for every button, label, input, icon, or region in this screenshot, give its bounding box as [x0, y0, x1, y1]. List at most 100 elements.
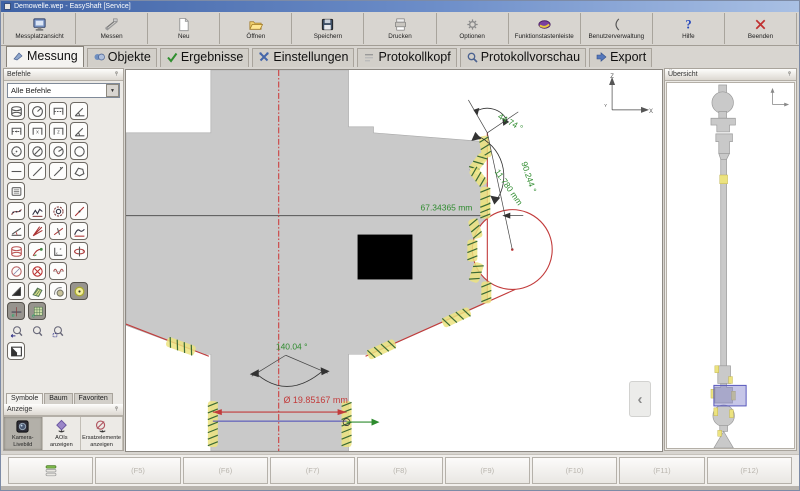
speichern-button[interactable]: Speichern	[292, 13, 364, 44]
function-key-layers-button[interactable]	[8, 457, 93, 484]
collapse-overview-button[interactable]: ‹	[629, 381, 651, 417]
function-key-f9-button[interactable]: (F9)	[445, 457, 530, 484]
beenden-button[interactable]: Beenden	[725, 13, 797, 44]
zoom-in-icon[interactable]	[28, 322, 46, 340]
tab-label: Einstellungen	[273, 50, 348, 64]
zoom-rect-icon[interactable]	[49, 322, 67, 340]
open-folder-icon	[248, 17, 263, 32]
view-tab-baum[interactable]: Baum	[44, 393, 72, 404]
view-tab-symbole[interactable]: Symbole	[6, 393, 43, 404]
function-key-f11-button[interactable]: (F11)	[619, 457, 704, 484]
tab-objekte[interactable]: Objekte	[87, 48, 157, 67]
tool-angle-2-icon[interactable]	[70, 122, 88, 140]
tool-waviness-icon[interactable]	[49, 262, 67, 280]
tool-axes-icon[interactable]: zx	[49, 242, 67, 260]
drucken-button[interactable]: Drucken	[364, 13, 436, 44]
tool-circle-radius-icon[interactable]	[28, 102, 46, 120]
overview-viewport[interactable]	[666, 82, 795, 449]
messen-button[interactable]: Messen	[76, 13, 148, 44]
tool-cylinder-red-icon[interactable]	[7, 242, 25, 260]
tool-circle-highlight-icon[interactable]	[70, 282, 88, 300]
overview-panel-title: Übersicht	[668, 71, 698, 78]
tab-messung[interactable]: Messung	[6, 46, 84, 67]
tool-distance-z-icon[interactable]: z	[49, 122, 67, 140]
tool-cylinder-icon[interactable]	[7, 102, 25, 120]
function-key-f6-button[interactable]: (F6)	[183, 457, 268, 484]
tool-circle-crossed-icon[interactable]	[28, 262, 46, 280]
tool-circle-center-icon[interactable]: c	[7, 142, 25, 160]
function-key-f7-button[interactable]: (F7)	[270, 457, 355, 484]
measurement-canvas[interactable]: 67.34365 mm 44.74 ° 90.244 ° 11.780 mm 1…	[125, 69, 663, 452]
tool-circle-red-icon[interactable]	[7, 262, 25, 280]
optionen-button[interactable]: Optionen	[437, 13, 509, 44]
tool-curve-peak-icon[interactable]	[70, 222, 88, 240]
tool-curve-zigzag-icon[interactable]	[28, 202, 46, 220]
function-key-f12-button[interactable]: (F12)	[707, 457, 792, 484]
camera-live-button[interactable]: Kamera-Livebild	[4, 417, 43, 450]
camera-live-icon	[15, 419, 30, 434]
substitute-elements-button[interactable]: Ersatzelemente anzeigen	[81, 417, 123, 450]
tab-protokollvorschau[interactable]: Protokollvorschau	[460, 48, 586, 67]
tool-circle-r-icon[interactable]	[49, 142, 67, 160]
tool-circle-radius-icon	[31, 105, 44, 118]
function-key-f5-button[interactable]: (F5)	[95, 457, 180, 484]
tool-rotation-icon[interactable]	[70, 242, 88, 260]
svg-text:e: e	[11, 312, 14, 317]
messplatzansicht-button[interactable]: Messplatzansicht	[3, 13, 76, 44]
tool-distance-s-icon[interactable]: x	[28, 122, 46, 140]
tool-line-horizontal-icon[interactable]	[7, 162, 25, 180]
neu-button[interactable]: Neu	[148, 13, 220, 44]
tool-plane-black-icon[interactable]	[7, 282, 25, 300]
substitute-elements-icon	[94, 419, 109, 434]
tool-contour-icon[interactable]	[70, 162, 88, 180]
tab-messung-icon	[12, 50, 24, 62]
tool-angle-lines-icon[interactable]	[7, 222, 25, 240]
tab-einstellungen[interactable]: Einstellungen	[252, 48, 354, 67]
view-tab-favoriten[interactable]: Favoriten	[74, 393, 113, 404]
tool-distance-icon[interactable]	[49, 102, 67, 120]
radius-label: 11.780 mm	[493, 167, 525, 207]
tool-element-list-icon	[10, 185, 23, 198]
pin-icon[interactable]	[113, 70, 120, 79]
title-bar[interactable]: Demowelle.wep - EasyShaft [Service]	[1, 1, 799, 12]
tool-circle-icon[interactable]	[70, 142, 88, 160]
function-key-f10-button[interactable]: (F10)	[532, 457, 617, 484]
tool-angle-icon[interactable]	[70, 102, 88, 120]
funktionstastenleiste-button[interactable]: Funktionstastenleiste	[509, 13, 581, 44]
tool-fan-lines-icon[interactable]	[28, 222, 46, 240]
tool-curve-peak-icon	[73, 225, 86, 238]
tool-element-e-icon[interactable]: e	[7, 302, 25, 320]
tool-plane-hatch-icon[interactable]	[28, 282, 46, 300]
chevron-down-icon[interactable]: ▼	[106, 84, 119, 97]
benutzerverwaltung-button[interactable]: Benutzerverwaltung	[581, 13, 653, 44]
tab-export[interactable]: Export	[589, 48, 652, 67]
tool-curve-circle-icon[interactable]	[49, 202, 67, 220]
axis-x-label: X	[649, 109, 653, 115]
tool-sphere-icon[interactable]	[49, 282, 67, 300]
pin-icon[interactable]	[786, 70, 793, 79]
tool-distance-x-icon[interactable]	[7, 122, 25, 140]
pin-icon[interactable]	[113, 405, 120, 414]
tab-protokollkopf[interactable]: Protokollkopf	[357, 48, 456, 67]
tool-probe-icon[interactable]	[28, 242, 46, 260]
tool-line-strike-icon[interactable]	[49, 222, 67, 240]
tool-distance-x-icon	[10, 125, 23, 138]
tool-element-list-icon[interactable]	[7, 182, 25, 200]
tool-line-fit-icon[interactable]	[70, 202, 88, 220]
tool-circle-diameter-icon[interactable]	[28, 142, 46, 160]
function-key-bar: (F5)(F6)(F7)(F8)(F9)(F10)(F11)(F12)	[1, 454, 799, 486]
tool-curve-points-icon[interactable]	[7, 202, 25, 220]
tool-line-point-icon[interactable]	[49, 162, 67, 180]
function-key-f8-button[interactable]: (F8)	[357, 457, 442, 484]
hilfe-button[interactable]: ?Hilfe	[653, 13, 725, 44]
screen-icon[interactable]	[7, 342, 25, 360]
tool-distance-icon	[52, 105, 65, 118]
tab-ergebnisse[interactable]: Ergebnisse	[160, 48, 250, 67]
öffnen-button[interactable]: Öffnen	[220, 13, 292, 44]
tool-grid: xz c zx e e	[4, 100, 123, 362]
command-filter-dropdown[interactable]: Alle Befehle ▼	[7, 83, 120, 98]
aoi-visibility-button[interactable]: AOIs anzeigen	[43, 417, 82, 450]
tool-element-table-icon[interactable]: e	[28, 302, 46, 320]
tool-line-diagonal-icon[interactable]	[28, 162, 46, 180]
zoom-out-icon[interactable]	[7, 322, 25, 340]
